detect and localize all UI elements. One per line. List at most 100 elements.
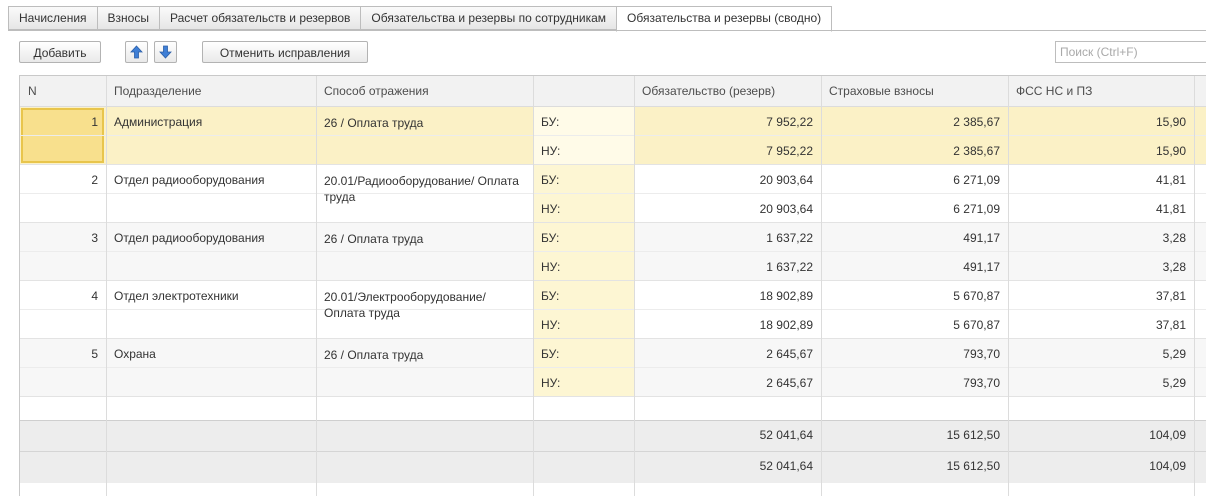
row-number: 1 — [91, 115, 98, 129]
department-cell: Отдел радиооборудования — [114, 173, 265, 187]
method-cell: 26 / Оплата труда — [324, 348, 424, 362]
nu-insurance-cell: 5 670,87 — [953, 318, 1000, 332]
header-liability[interactable]: Обязательство (резерв) — [634, 76, 821, 106]
nu-label: НУ: — [541, 318, 561, 332]
col-divider — [821, 76, 822, 496]
bu-label: БУ: — [541, 115, 560, 129]
bu-insurance-cell: 2 385,67 — [953, 115, 1000, 129]
nu-insurance-cell: 2 385,67 — [953, 144, 1000, 158]
header-n[interactable]: N — [20, 76, 106, 106]
col-divider — [533, 76, 534, 496]
header-insurance[interactable]: Страховые взносы — [821, 76, 1008, 106]
nu-liability-cell: 7 952,22 — [766, 144, 813, 158]
nu-liability-cell: 20 903,64 — [759, 202, 813, 216]
total-bu-insurance: 15 612,50 — [946, 428, 1000, 442]
bu-insurance-cell: 491,17 — [963, 231, 1000, 245]
total-bu-liability: 52 041,64 — [759, 428, 813, 442]
summary-table: N Подразделение Способ отражения Обязате… — [19, 75, 1206, 496]
col-divider — [106, 76, 107, 496]
header-fss[interactable]: ФСС НС и ПЗ — [1008, 76, 1194, 106]
header-department[interactable]: Подразделение — [106, 76, 316, 106]
col-divider — [634, 76, 635, 496]
nu-liability-cell: 18 902,89 — [759, 318, 813, 332]
move-up-button[interactable] — [125, 41, 148, 63]
bu-liability-cell: 7 952,22 — [766, 115, 813, 129]
tab-bar: Начисления Взносы Расчет обязательств и … — [8, 6, 833, 32]
nu-label: НУ: — [541, 144, 561, 158]
col-divider — [1008, 76, 1009, 496]
tab-underline — [8, 30, 1206, 31]
nu-label: НУ: — [541, 260, 561, 274]
nu-insurance-cell: 6 271,09 — [953, 202, 1000, 216]
department-cell: Охрана — [114, 347, 156, 361]
bu-fss-cell: 5,29 — [1162, 347, 1186, 361]
tab-contributions[interactable]: Взносы — [96, 6, 159, 30]
method-cell: 26 / Оплата труда — [324, 232, 424, 246]
bu-liability-cell: 2 645,67 — [766, 347, 813, 361]
bu-insurance-cell: 793,70 — [963, 347, 1000, 361]
nu-label: НУ: — [541, 202, 561, 216]
nu-insurance-cell: 793,70 — [963, 376, 1000, 390]
row-half-divider — [20, 251, 1206, 252]
tab-calculation[interactable]: Расчет обязательств и резервов — [158, 6, 361, 30]
table-row[interactable]: 1 Администрация 26 / Оплата труда БУ: НУ: 7 9… — [20, 107, 1206, 165]
row-number: 4 — [91, 289, 98, 303]
total-nu-fss: 104,09 — [1149, 459, 1186, 473]
total-nu-insurance: 15 612,50 — [946, 459, 1000, 473]
bu-label: БУ: — [541, 289, 560, 303]
total-bu-fss: 104,09 — [1149, 428, 1186, 442]
nu-fss-cell: 37,81 — [1155, 318, 1186, 332]
department-cell: Администрация — [114, 115, 203, 129]
bu-insurance-cell: 5 670,87 — [953, 289, 1000, 303]
totals-divider — [20, 451, 1206, 452]
method-cell: 20.01/Радиооборудование/ Оплата труда — [324, 174, 519, 204]
bu-label: БУ: — [541, 173, 560, 187]
row-half-divider — [20, 367, 1206, 368]
nu-fss-cell: 41,81 — [1155, 202, 1186, 216]
bu-label: БУ: — [541, 231, 560, 245]
total-nu-liability: 52 041,64 — [759, 459, 813, 473]
tab-accruals[interactable]: Начисления — [8, 6, 97, 30]
table-row[interactable]: 5 Охрана 26 / Оплата труда БУ: НУ: 2 645,67 2 … — [20, 339, 1206, 397]
totals-footer: 52 041,64 15 612,50 104,09 52 041,64 15 … — [20, 420, 1206, 483]
row-half-divider — [20, 309, 1206, 310]
header-type[interactable] — [533, 76, 634, 106]
arrow-up-icon — [130, 45, 143, 59]
cancel-corrections-button[interactable]: Отменить исправления — [202, 41, 368, 63]
department-cell: Отдел электротехники — [114, 289, 239, 303]
nu-label: НУ: — [541, 376, 561, 390]
table-row[interactable]: 2 Отдел радиооборудования 20.01/Радиообору… — [20, 165, 1206, 223]
nu-liability-cell: 2 645,67 — [766, 376, 813, 390]
bu-fss-cell: 3,28 — [1162, 231, 1186, 245]
department-cell: Отдел радиооборудования — [114, 231, 265, 245]
tab-by-employees[interactable]: Обязательства и резервы по сотрудникам — [360, 6, 617, 30]
bu-label: БУ: — [541, 347, 560, 361]
nu-fss-cell: 3,28 — [1162, 260, 1186, 274]
move-down-button[interactable] — [154, 41, 177, 63]
bu-liability-cell: 18 902,89 — [759, 289, 813, 303]
bu-fss-cell: 41,81 — [1155, 173, 1186, 187]
header-method[interactable]: Способ отражения — [316, 76, 533, 106]
col-divider — [316, 76, 317, 496]
row-separator — [20, 396, 1206, 397]
row-number: 2 — [91, 173, 98, 187]
row-half-divider — [20, 193, 1206, 194]
nu-fss-cell: 5,29 — [1162, 376, 1186, 390]
search-input[interactable] — [1055, 41, 1206, 63]
bu-liability-cell: 1 637,22 — [766, 231, 813, 245]
row-half-divider — [20, 135, 1206, 136]
table-row[interactable]: 3 Отдел радиооборудования 26 / Оплата труд… — [20, 223, 1206, 281]
row-number: 5 — [91, 347, 98, 361]
tab-summary[interactable]: Обязательства и резервы (сводно) — [616, 6, 833, 32]
table-row[interactable]: 4 Отдел электротехники 20.01/Электрооборуд… — [20, 281, 1206, 339]
nu-fss-cell: 15,90 — [1155, 144, 1186, 158]
bu-insurance-cell: 6 271,09 — [953, 173, 1000, 187]
method-cell: 26 / Оплата труда — [324, 116, 424, 130]
table-header: N Подразделение Способ отражения Обязате… — [20, 76, 1206, 107]
row-number: 3 — [91, 231, 98, 245]
method-cell: 20.01/Электрооборудование/ Оплата труда — [324, 290, 486, 320]
add-button[interactable]: Добавить — [19, 41, 101, 63]
col-divider — [1194, 76, 1195, 496]
bu-fss-cell: 37,81 — [1155, 289, 1186, 303]
arrow-down-icon — [159, 45, 172, 59]
